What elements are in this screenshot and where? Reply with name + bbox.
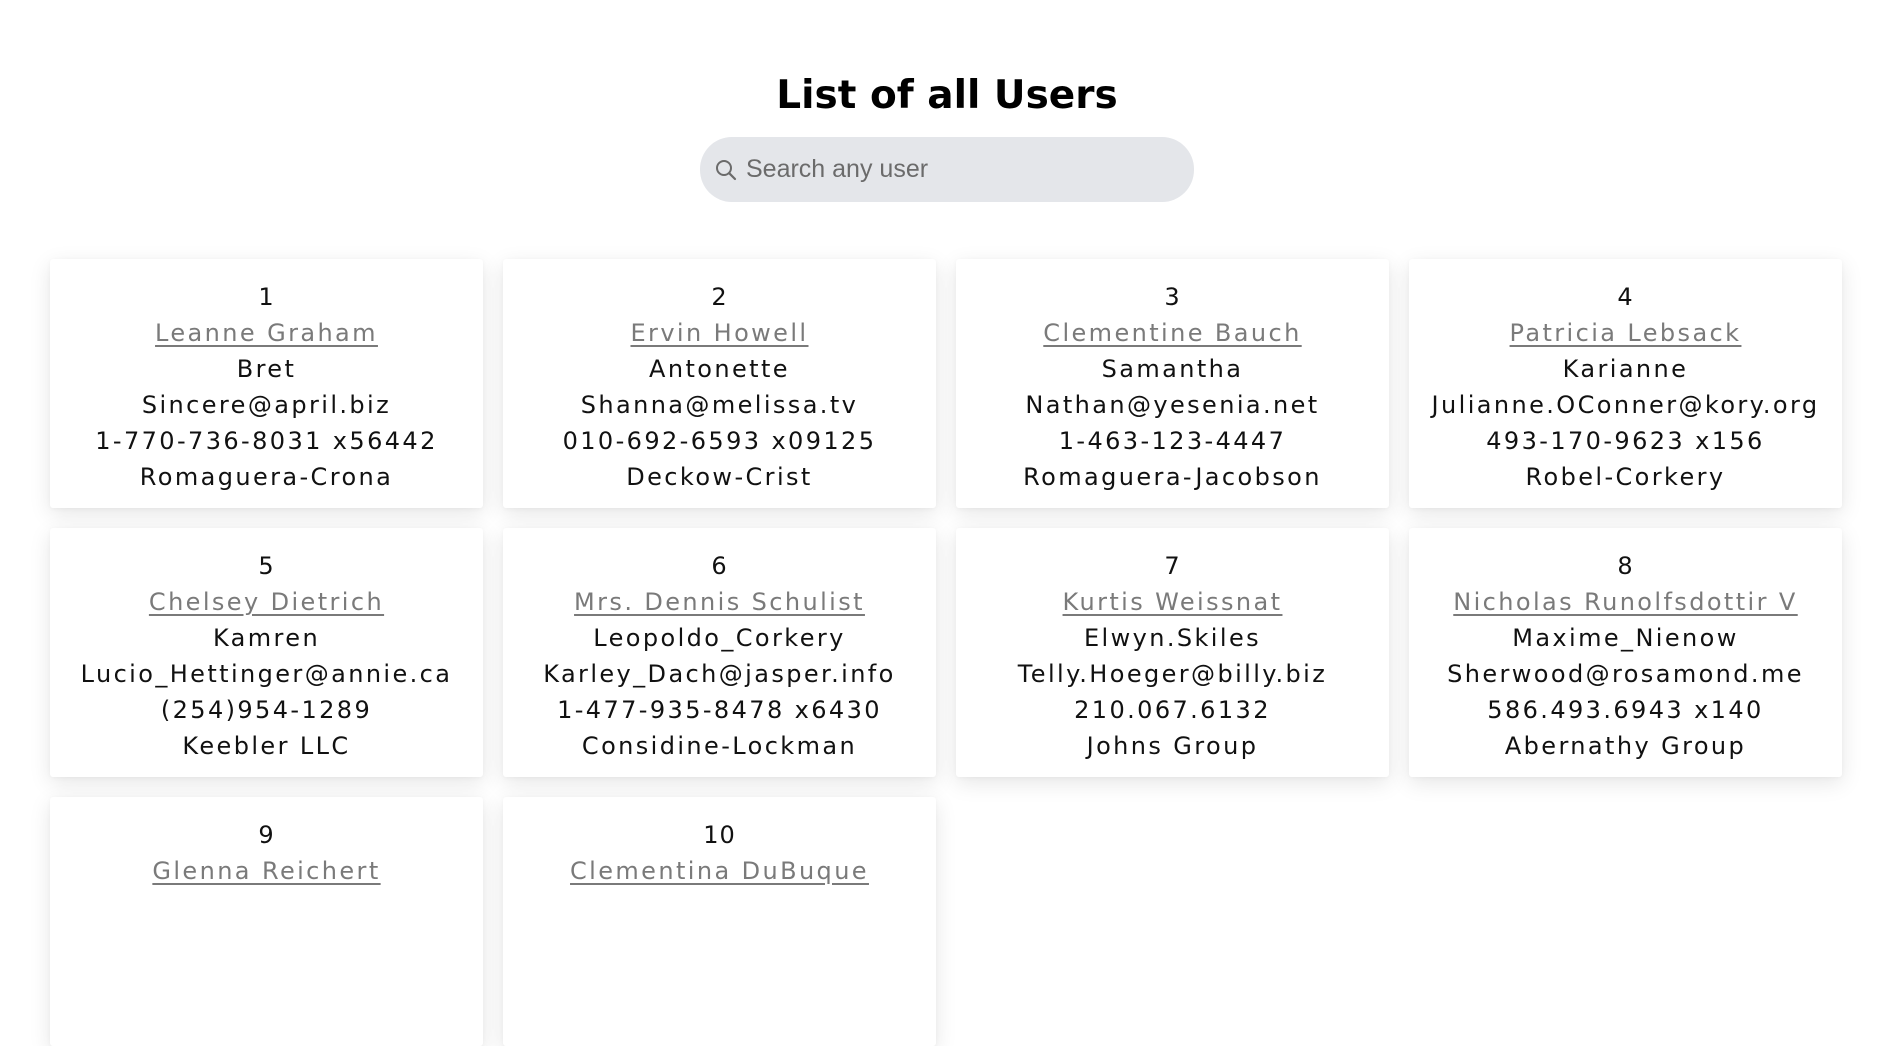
user-phone: 586.493.6943 x140 xyxy=(1487,696,1764,724)
user-username: Kamren xyxy=(212,624,321,652)
user-company: Johns Group xyxy=(1086,732,1259,760)
user-id: 1 xyxy=(258,283,275,311)
user-name-link[interactable]: Mrs. Dennis Schulist xyxy=(574,588,865,616)
user-username: Leopoldo_Corkery xyxy=(593,624,846,652)
user-card: 10 Clementina DuBuque xyxy=(503,797,936,1046)
user-company: Keebler LLC xyxy=(182,732,351,760)
user-company: Romaguera-Crona xyxy=(139,463,394,491)
user-name-link[interactable]: Patricia Lebsack xyxy=(1510,319,1742,347)
user-email: Telly.Hoeger@billy.biz xyxy=(1017,660,1328,688)
user-company: Abernathy Group xyxy=(1504,732,1747,760)
user-company: Considine-Lockman xyxy=(581,732,858,760)
user-name-link[interactable]: Clementina DuBuque xyxy=(570,857,869,885)
user-name-link[interactable]: Clementine Bauch xyxy=(1043,319,1301,347)
user-grid: 1 Leanne Graham Bret Sincere@april.biz 1… xyxy=(50,259,1845,1046)
user-email: Karley_Dach@jasper.info xyxy=(543,660,896,688)
user-company: Robel-Corkery xyxy=(1525,463,1726,491)
user-card: 6 Mrs. Dennis Schulist Leopoldo_Corkery … xyxy=(503,528,936,777)
user-phone: 1-463-123-4447 xyxy=(1058,427,1287,455)
user-card: 5 Chelsey Dietrich Kamren Lucio_Hettinge… xyxy=(50,528,483,777)
user-phone: 010-692-6593 x09125 xyxy=(562,427,877,455)
user-email: Lucio_Hettinger@annie.ca xyxy=(80,660,453,688)
user-phone: 1-770-736-8031 x56442 xyxy=(95,427,438,455)
user-username: Antonette xyxy=(649,355,790,383)
user-name-link[interactable]: Ervin Howell xyxy=(630,319,808,347)
user-id: 6 xyxy=(711,552,728,580)
user-username: Maxime_Nienow xyxy=(1512,624,1739,652)
user-name-link[interactable]: Nicholas Runolfsdottir V xyxy=(1453,588,1797,616)
search-input[interactable] xyxy=(746,149,1166,190)
user-company: Deckow-Crist xyxy=(626,463,813,491)
page-title: List of all Users xyxy=(776,73,1118,118)
user-username: Samantha xyxy=(1101,355,1244,383)
user-id: 5 xyxy=(258,552,275,580)
user-id: 9 xyxy=(258,821,275,849)
user-card: 4 Patricia Lebsack Karianne Julianne.OCo… xyxy=(1409,259,1842,508)
user-phone: 210.067.6132 xyxy=(1074,696,1271,724)
user-card: 3 Clementine Bauch Samantha Nathan@yesen… xyxy=(956,259,1389,508)
user-name-link[interactable]: Glenna Reichert xyxy=(152,857,380,885)
user-name-link[interactable]: Chelsey Dietrich xyxy=(149,588,384,616)
user-email: Sincere@april.biz xyxy=(141,391,392,419)
user-name-link[interactable]: Kurtis Weissnat xyxy=(1063,588,1283,616)
user-id: 10 xyxy=(703,821,736,849)
search-box[interactable] xyxy=(700,137,1194,202)
user-email: Nathan@yesenia.net xyxy=(1025,391,1320,419)
user-email: Shanna@melissa.tv xyxy=(580,391,859,419)
user-email: Julianne.OConner@kory.org xyxy=(1431,391,1820,419)
user-phone: 493-170-9623 x156 xyxy=(1486,427,1765,455)
user-id: 4 xyxy=(1617,283,1634,311)
user-card: 8 Nicholas Runolfsdottir V Maxime_Nienow… xyxy=(1409,528,1842,777)
user-card: 2 Ervin Howell Antonette Shanna@melissa.… xyxy=(503,259,936,508)
user-card: 1 Leanne Graham Bret Sincere@april.biz 1… xyxy=(50,259,483,508)
user-card: 7 Kurtis Weissnat Elwyn.Skiles Telly.Hoe… xyxy=(956,528,1389,777)
user-id: 7 xyxy=(1164,552,1181,580)
search-icon xyxy=(714,158,738,182)
user-username: Bret xyxy=(236,355,297,383)
user-card: 9 Glenna Reichert xyxy=(50,797,483,1046)
user-id: 2 xyxy=(711,283,728,311)
user-company: Romaguera-Jacobson xyxy=(1023,463,1322,491)
user-phone: 1-477-935-8478 x6430 xyxy=(557,696,882,724)
user-username: Elwyn.Skiles xyxy=(1083,624,1262,652)
user-id: 8 xyxy=(1617,552,1634,580)
user-phone: (254)954-1289 xyxy=(160,696,373,724)
user-username: Karianne xyxy=(1562,355,1689,383)
user-id: 3 xyxy=(1164,283,1181,311)
user-name-link[interactable]: Leanne Graham xyxy=(155,319,378,347)
user-email: Sherwood@rosamond.me xyxy=(1447,660,1804,688)
